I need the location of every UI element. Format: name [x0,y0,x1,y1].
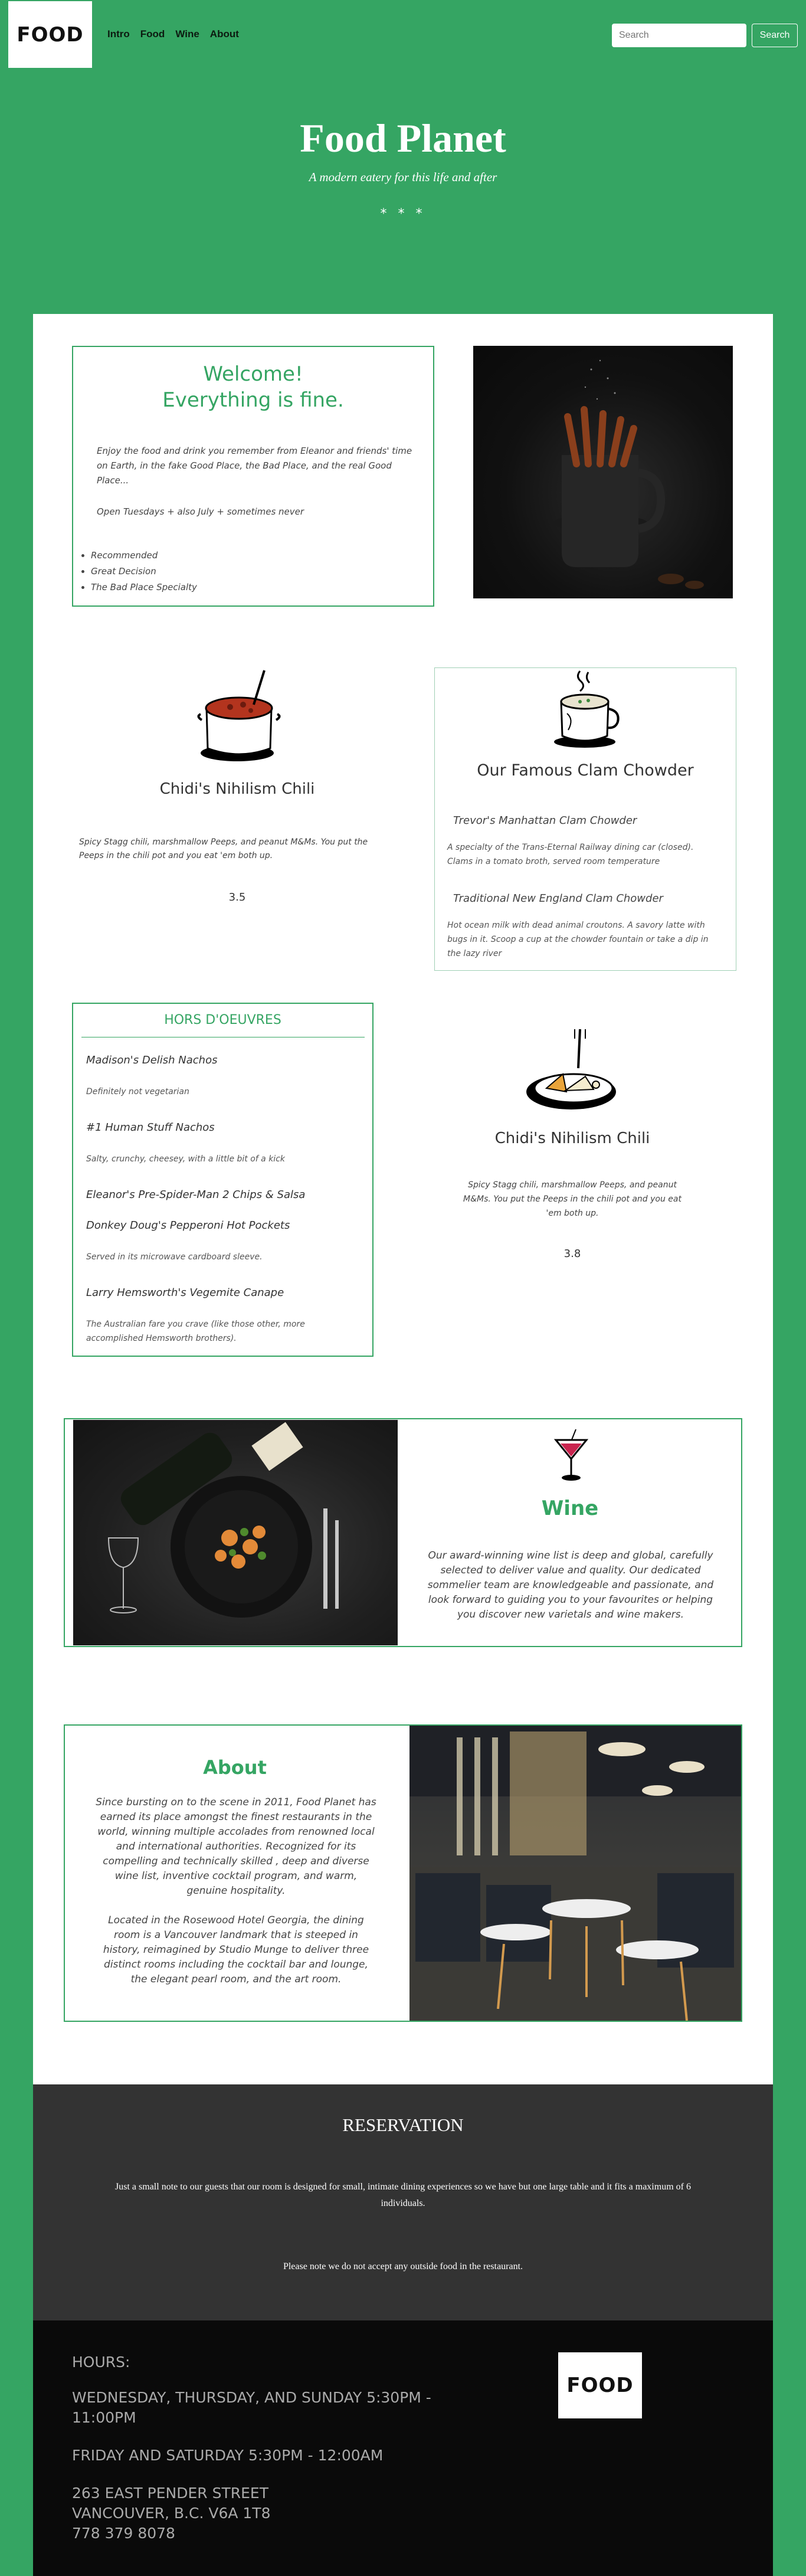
footer-phone: 778 379 8078 [72,2525,175,2542]
wine-title: Wine [541,1497,599,1520]
hors-item-desc: Definitely not vegetarian [86,1087,189,1096]
list-item: Recommended [91,548,197,564]
main-nav: Intro Food Wine About [107,28,239,40]
footer-logo[interactable]: FOOD [558,2352,642,2418]
nav-link-intro[interactable]: Intro [107,28,130,40]
chili-pot-icon [195,666,283,766]
list-item: The Bad Place Specialty [91,580,197,595]
chili1-title: Chidi's Nihilism Chili [159,780,315,798]
chili2-title: Chidi's Nihilism Chili [494,1130,650,1147]
cocktail-icon [553,1428,589,1482]
hors-item-name: #1 Human Stuff Nachos [86,1121,215,1134]
chowder-mug-icon [551,666,621,749]
welcome-title-line2: Everything is fine. [162,388,344,412]
welcome-hours: Open Tuesdays + also July + sometimes ne… [97,506,304,517]
clam-item-desc: A specialty of the Trans-Eternal Railway… [447,843,694,866]
hors-item-desc: Salty, crunchy, cheesey, with a little b… [86,1154,285,1164]
footer-hours-label: HOURS: [72,2354,130,2371]
hors-item-name: Eleanor's Pre-Spider-Man 2 Chips & Salsa [86,1189,306,1201]
cinnamon-mug-photo [473,346,733,598]
welcome-list: Recommended Great Decision The Bad Place… [91,548,197,595]
welcome-title-line1: Welcome! [203,362,303,386]
footer-address: VANCOUVER, B.C. V6A 1T8 [72,2505,271,2522]
cheese-plate-icon [524,1027,618,1115]
welcome-body: Enjoy the food and drink you remember fr… [97,446,412,486]
about-paragraph: Since bursting on to the scene in 2011, … [96,1796,376,1897]
nav-link-about[interactable]: About [210,28,239,40]
hero-stars: * * * [380,207,426,221]
list-item: Great Decision [91,564,197,580]
dining-room-photo [409,1726,741,2021]
clam-item-name: Trevor's Manhattan Clam Chowder [453,814,637,827]
hors-item-name: Donkey Doug's Pepperoni Hot Pockets [86,1219,290,1232]
hero-subtitle: A modern eatery for this life and after [309,170,497,184]
reservation-note: Please note we do not accept any outside… [283,2261,523,2271]
logo-text: FOOD [17,22,84,47]
chili2-description: Spicy Stagg chili, marshmallow Peeps, an… [463,1180,682,1218]
chili1-description: Spicy Stagg chili, marshmallow Peeps, an… [79,837,368,860]
chili1-rating: 3.5 [228,891,246,904]
wine-description: Our award-winning wine list is deep and … [427,1550,714,1621]
clam-chowder-title: Our Famous Clam Chowder [477,761,694,780]
clam-item-name: Traditional New England Clam Chowder [453,892,663,905]
hors-item-name: Larry Hemsworth's Vegemite Canape [86,1287,284,1299]
site-logo[interactable]: FOOD [8,1,92,68]
reservation-note: Just a small note to our guests that our… [115,2182,691,2208]
about-paragraph: Located in the Rosewood Hotel Georgia, t… [103,1914,369,1985]
nav-link-wine[interactable]: Wine [175,28,199,40]
footer-address: 263 EAST PENDER STREET [72,2485,268,2502]
about-title: About [203,1756,267,1779]
wine-dish-photo [73,1420,398,1645]
search-button[interactable]: Search [752,24,798,47]
nav-link-food[interactable]: Food [140,28,165,40]
welcome-title: Welcome! Everything is fine. [72,361,434,413]
reservation-title: RESERVATION [342,2115,464,2135]
logo-text: FOOD [566,2374,634,2397]
search-input[interactable] [612,24,746,47]
footer-hours: WEDNESDAY, THURSDAY, AND SUNDAY 5:30PM -… [72,2389,431,2426]
hors-item-desc: The Australian fare you crave (like thos… [86,1320,305,1343]
hors-item-name: Madison's Delish Nachos [86,1054,218,1066]
clam-item-desc: Hot ocean milk with dead animal croutons… [447,921,709,958]
hors-doeuvres-title: HORS D'OEUVRES [164,1013,281,1027]
hors-item-desc: Served in its microwave cardboard sleeve… [86,1252,263,1262]
about-body: Since bursting on to the scene in 2011, … [94,1795,378,1987]
hero-title: Food Planet [300,116,506,161]
chili2-rating: 3.8 [563,1248,581,1260]
footer-hours: FRIDAY AND SATURDAY 5:30PM - 12:00AM [72,2447,384,2464]
